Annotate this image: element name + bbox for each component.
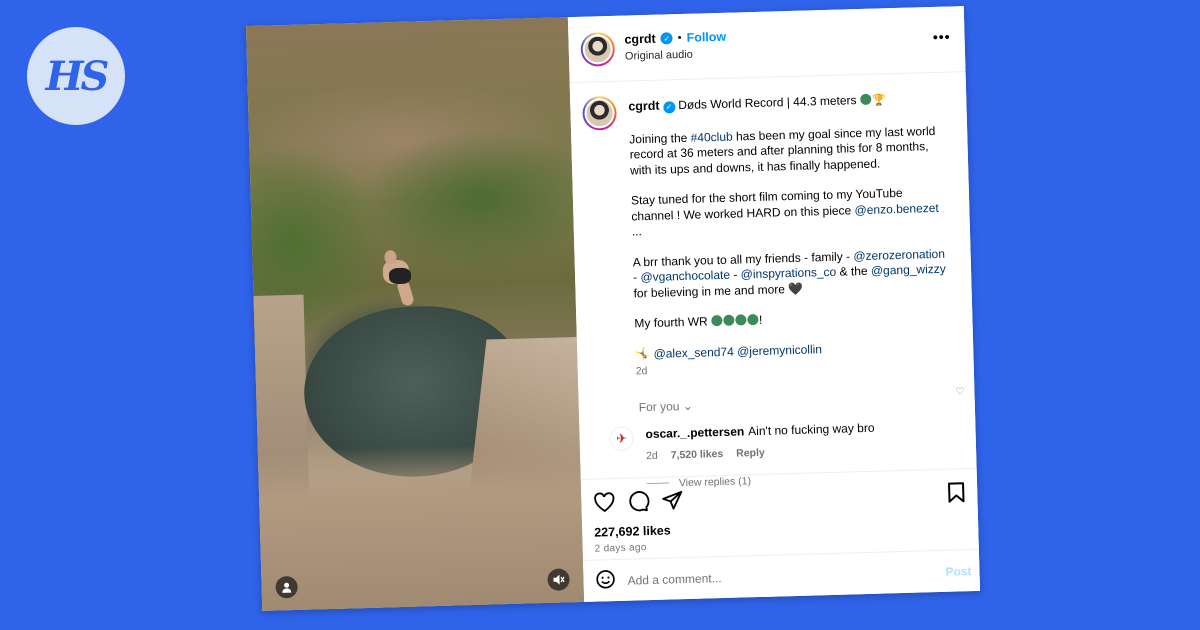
chevron-down-icon: ⌄ [682,398,694,413]
heart-icon[interactable] [593,492,616,513]
add-comment-bar: Add a comment... Post [583,548,981,602]
follow-button[interactable]: Follow [686,28,726,46]
post-photo[interactable] [245,17,585,611]
caption-title-line: cgrdt ✓ Døds World Record | 44.3 meters … [628,91,944,116]
mention-link[interactable]: @jeremynicollin [737,342,822,358]
avatar[interactable] [580,31,616,67]
comment-avatar[interactable]: ✈ [609,425,634,451]
comment-username[interactable]: oscar._.pettersen [645,424,744,441]
more-options-icon[interactable]: ••• [933,28,951,44]
comment-like-heart-icon[interactable]: ♡ [955,386,964,397]
mention-link[interactable]: @alex_send74 [653,344,734,360]
reply-button[interactable]: Reply [736,446,765,459]
hs-logo-text: HS [45,52,110,100]
photo-rock-bottom [257,441,585,611]
globe-emoji-icon [710,314,723,327]
globe-emoji-icon [722,314,735,326]
instagram-post-card: cgrdt ✓ • Follow Original audio ••• cgrd… [245,6,981,611]
caption-username[interactable]: cgrdt [628,99,660,114]
globe-emoji-icon [734,314,747,326]
caption-avatar[interactable] [582,95,618,131]
separator-dot: • [677,31,682,44]
caption-paragraph-1: Joining the #40club has been my goal sin… [629,123,936,177]
comment-time: 2d [645,449,658,462]
post-header: cgrdt ✓ • Follow Original audio ••• [567,6,966,84]
emoji-icon[interactable] [595,569,616,593]
action-bar: 227,692 likes 2 days ago [580,467,979,555]
caption-paragraph-4: My fourth WR ! [634,312,763,331]
trophy-emoji-icon: 🏆 [871,94,886,107]
mention-link[interactable]: @enzo.benezet [854,200,939,216]
caption-title: Døds World Record | 44.3 meters [678,93,857,113]
globe-emoji-icon [859,93,871,106]
black-heart-emoji-icon: 🖤 [788,281,804,296]
caption-paragraph-2: Stay tuned for the short film coming to … [630,185,939,239]
audio-label[interactable]: Original audio [625,45,727,65]
header-username[interactable]: cgrdt [624,30,656,48]
verified-icon: ✓ [662,100,676,114]
hs-logo: HS [27,27,125,125]
post-panel: cgrdt ✓ • Follow Original audio ••• cgrd… [567,6,981,602]
share-icon[interactable] [661,489,684,512]
hashtag-link[interactable]: #40club [690,129,732,144]
post-comment-button[interactable]: Post [945,564,971,579]
comment-icon[interactable] [627,490,650,513]
mention-link[interactable]: @gang_wizzy [871,262,946,278]
globe-emoji-icon [746,313,759,326]
mention-link[interactable]: @zerozeronation [853,246,945,263]
caption-paragraph-3: A brr thank you to all my friends - fami… [632,246,946,300]
diver-emoji-icon: 🤸 [635,346,651,361]
comment-input[interactable]: Add a comment... [627,571,721,588]
mention-link[interactable]: @vganchocolate [640,268,730,284]
comment-likes[interactable]: 7,520 likes [671,447,724,460]
photo-diver [380,249,422,307]
mention-link[interactable]: @inspyrations_co [740,265,836,282]
verified-icon: ✓ [660,32,673,45]
comment-text: Ain't no fucking way bro [747,420,875,438]
bookmark-icon[interactable] [947,481,966,506]
caption: cgrdt ✓ Døds World Record | 44.3 meters … [570,72,974,381]
